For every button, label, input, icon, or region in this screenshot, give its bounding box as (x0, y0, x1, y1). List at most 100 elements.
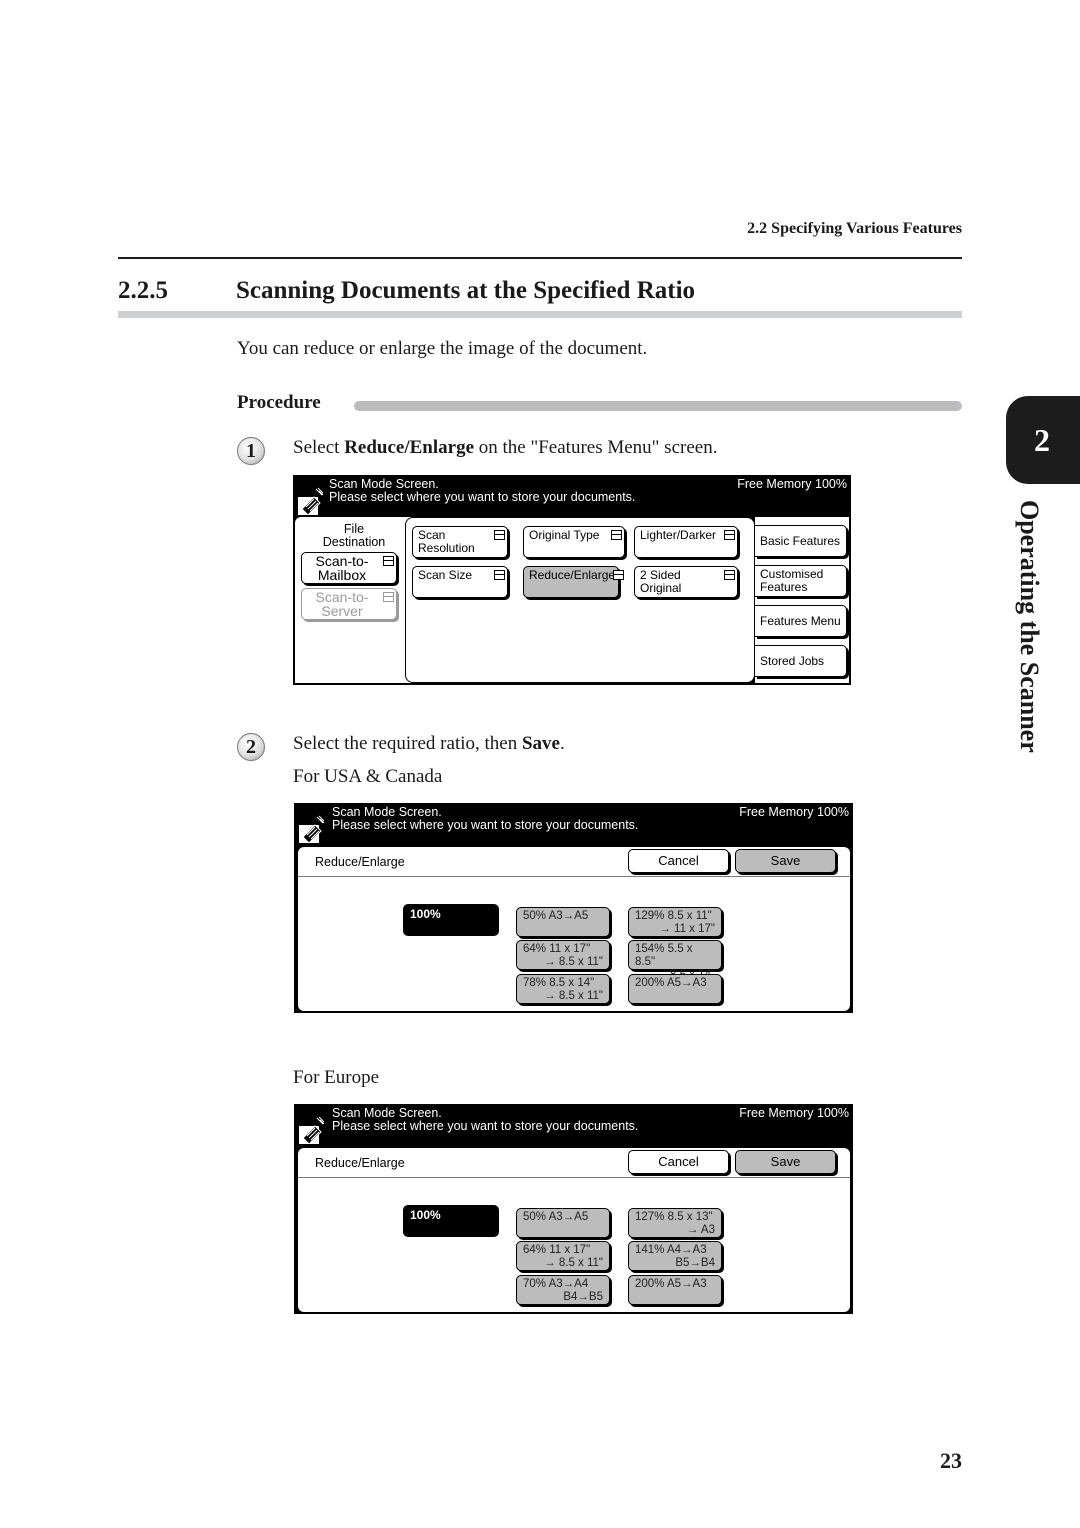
ratio-100-button[interactable]: 100% (403, 904, 499, 936)
ratio-100-button[interactable]: 100% (403, 1205, 499, 1237)
page-number: 23 (940, 1448, 962, 1473)
preset-line-1: 50% A3→A5 (523, 910, 589, 922)
step-1-text: Select Reduce/Enlarge on the "Features M… (293, 437, 717, 459)
screen-instruction: Please select where you want to store yo… (329, 490, 636, 504)
ratio-preset-button[interactable]: 78% 8.5 x 14" → 8.5 x 11" (516, 974, 610, 1004)
tab-marker-icon (383, 592, 394, 602)
cancel-button[interactable]: Cancel (628, 1150, 729, 1174)
two-sided-original-button[interactable]: 2 Sided Original (634, 566, 738, 598)
lighter-darker-button[interactable]: Lighter/Darker (634, 526, 738, 558)
step-text-bold: Save (521, 733, 560, 754)
file-destination-panel: File Destination Scan-to- Mailbox Scan-t… (295, 517, 413, 683)
button-label: Lighter/Darker (640, 528, 717, 542)
reduce-enlarge-screen-europe: Scan Mode Screen. Please select where yo… (294, 1104, 853, 1314)
ratio-preset-button[interactable]: 64% 11 x 17" → 8.5 x 11" (516, 1241, 610, 1271)
save-button[interactable]: Save (735, 1150, 836, 1174)
scan-to-mailbox-button[interactable]: Scan-to- Mailbox (301, 552, 397, 584)
scan-to-server-button[interactable]: Scan-to- Server (301, 588, 397, 620)
scan-resolution-button[interactable]: Scan Resolution (412, 526, 508, 558)
section-title: 2.2.5 Scanning Documents at the Specified… (118, 277, 695, 305)
step-text-part: Select the required ratio, then (293, 733, 522, 754)
ratio-preset-button[interactable]: 127% 8.5 x 13" → A3 (628, 1208, 722, 1238)
screen-instruction: Please select where you want to store yo… (332, 818, 639, 832)
ratio-preset-button[interactable]: 70% A3→A4 B4→B5 (516, 1275, 610, 1305)
scan-size-button[interactable]: Scan Size (412, 566, 508, 598)
ratio-preset-button[interactable]: 129% 8.5 x 11" → 11 x 17" (628, 907, 722, 937)
reduce-enlarge-screen-usa: Scan Mode Screen. Please select where yo… (294, 803, 853, 1013)
preset-line-2: B5→B4 (675, 1257, 715, 1269)
screen-header: Scan Mode Screen. Please select where yo… (294, 803, 853, 845)
step-text-part: on the "Features Menu" screen. (474, 437, 718, 458)
ratio-preset-button[interactable]: 50% A3→A5 (516, 1208, 610, 1238)
preset-line-2: → 8.5 x 11" (544, 956, 603, 968)
step-1-badge: 1 (237, 437, 265, 465)
ratio-preset-button[interactable]: 200% A5→A3 (628, 1275, 722, 1305)
step-2-badge: 2 (237, 733, 265, 761)
cancel-button[interactable]: Cancel (628, 849, 729, 873)
ratio-preset-button[interactable]: 50% A3→A5 (516, 907, 610, 937)
tab-label: Features Menu (760, 614, 841, 628)
original-type-button[interactable]: Original Type (523, 526, 625, 558)
free-memory: Free Memory 100% (737, 477, 847, 491)
preset-line-2: → 8.5 x 11" (544, 1257, 603, 1269)
preset-line-1: 129% 8.5 x 11" (635, 910, 712, 922)
step-text-bold: Reduce/Enlarge (344, 437, 475, 458)
header-rule (118, 257, 962, 259)
preset-line-1: 64% 11 x 17" (523, 1244, 591, 1256)
stored-jobs-tab[interactable]: Stored Jobs (755, 645, 847, 677)
preset-line-1: 64% 11 x 17" (523, 943, 591, 955)
tab-marker-icon (613, 570, 624, 580)
reduce-enlarge-button[interactable]: Reduce/Enlarge (523, 566, 624, 598)
preset-line-1: 50% A3→A5 (523, 1211, 589, 1223)
screen-header: Scan Mode Screen. Please select where yo… (293, 475, 851, 517)
tab-marker-icon (494, 570, 505, 580)
title-underline-bar (118, 311, 962, 318)
features-menu-tab[interactable]: Features Menu (755, 605, 847, 637)
tab-label: Customised Features (760, 567, 824, 594)
screen-header: Scan Mode Screen. Please select where yo… (294, 1104, 853, 1146)
features-panel: Scan Resolution Original Type Lighter/Da… (405, 517, 755, 683)
button-label: 2 Sided Original (640, 568, 682, 595)
chapter-tab: 2 (1006, 396, 1080, 484)
preset-line-1: 127% 8.5 x 13" (635, 1211, 713, 1223)
ratio-preset-button[interactable]: 154% 5.5 x 8.5"→ 8.5 x 14" (628, 940, 722, 981)
button-label: Scan Size (418, 568, 473, 582)
tab-marker-icon (383, 556, 394, 566)
reduce-enlarge-panel: Reduce/Enlarge Cancel Save 100% 50% A3→A… (298, 1148, 850, 1312)
step-text-part: . (559, 733, 565, 754)
reduce-enlarge-title: Reduce/Enlarge (315, 1156, 405, 1170)
preset-line-2: B4→B5 (563, 1291, 603, 1303)
tab-marker-icon (611, 530, 622, 540)
procedure-heading: Procedure (237, 392, 321, 413)
customised-features-tab[interactable]: Customised Features (755, 565, 847, 597)
ratio-preset-button[interactable]: 200% A5→A3 (628, 974, 722, 1004)
file-destination-label: File Destination (322, 522, 386, 549)
step-text-part: Select (293, 437, 345, 458)
section-title-text: Scanning Documents at the Specified Rati… (236, 277, 696, 304)
scanner-icon (298, 487, 324, 515)
ratio-preset-button[interactable]: 64% 11 x 17" → 8.5 x 11" (516, 940, 610, 970)
running-head: 2.2 Specifying Various Features (747, 220, 962, 237)
intro-text: You can reduce or enlarge the image of t… (237, 338, 648, 359)
chapter-label-text: Operating the Scanner (1015, 500, 1044, 753)
divider (298, 1177, 850, 1178)
preset-line-2: → 8.5 x 11" (544, 990, 603, 1002)
ratio-preset-button[interactable]: 141% A4→A3 B5→B4 (628, 1241, 722, 1271)
region-usa-label: For USA & Canada (293, 766, 443, 787)
tab-label: Basic Features (760, 534, 841, 548)
screen-instruction: Please select where you want to store yo… (332, 1119, 639, 1133)
preset-line-1: 154% 5.5 x 8.5" (635, 943, 693, 968)
region-europe-label: For Europe (293, 1067, 380, 1088)
free-memory: Free Memory 100% (739, 805, 849, 819)
basic-features-tab[interactable]: Basic Features (755, 525, 847, 557)
preset-line-1: 141% A4→A3 (635, 1244, 707, 1256)
preset-line-2: → 11 x 17" (659, 923, 715, 935)
procedure-bar (354, 401, 962, 411)
tab-marker-icon (494, 530, 505, 540)
button-label: Scan Resolution (418, 528, 475, 555)
preset-line-1: 70% A3→A4 (523, 1278, 589, 1290)
button-label: Reduce/Enlarge (529, 568, 616, 582)
side-tabs-panel: Basic Features Customised Features Featu… (755, 517, 849, 683)
save-button[interactable]: Save (735, 849, 836, 873)
free-memory: Free Memory 100% (739, 1106, 849, 1120)
